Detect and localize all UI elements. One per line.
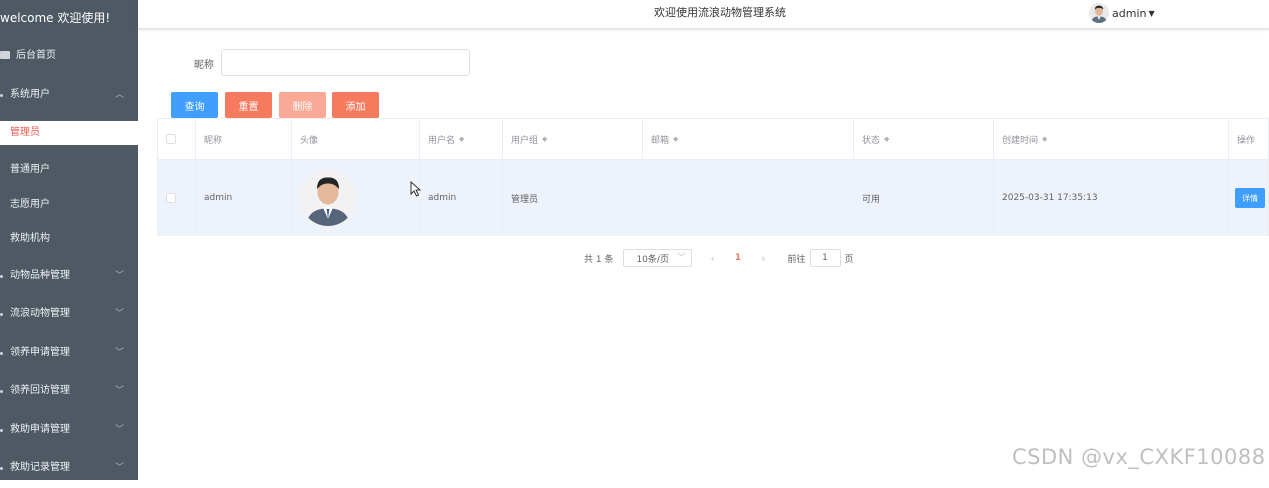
query-button[interactable]: 查询 — [171, 92, 218, 118]
mouse-cursor-icon — [410, 180, 422, 201]
total-count: 共 1 条 — [584, 254, 614, 265]
sidebar-item-label: 救助申请管理 — [10, 423, 70, 435]
sidebar-subitem-admin[interactable]: 管理员 — [0, 121, 138, 145]
monitor-icon — [0, 51, 10, 59]
header-created-time[interactable]: 创建时间 ◆ — [994, 119, 1229, 159]
sort-icon[interactable]: ◆ — [884, 135, 889, 143]
chevron-down-icon: ﹀ — [677, 253, 686, 262]
chevron-down-icon: ﹀ — [114, 424, 124, 435]
sidebar-item-rescue-records[interactable]: 救助记录管理 ﹀ — [0, 449, 138, 488]
sidebar-item-system-users[interactable]: 系统用户 ︿ — [0, 76, 138, 115]
avatar — [1089, 3, 1109, 23]
watermark: CSDN @vx_CXKF10088 — [1012, 445, 1266, 469]
goto-page-input[interactable] — [809, 249, 841, 267]
sidebar-item-stray-mgmt[interactable]: 流浪动物管理 ﹀ — [0, 295, 138, 334]
header-email[interactable]: 邮箱 ◆ — [643, 119, 854, 159]
sidebar-subitem-volunteer-users[interactable]: 志愿用户 — [0, 188, 138, 223]
chevron-up-icon: ︿ — [114, 89, 124, 100]
add-button[interactable]: 添加 — [332, 92, 379, 118]
admin-table: 昵称 头像 用户名 ◆ 用户组 ◆ 邮箱 ◆ 状态 ◆ 创建时间 ◆ 操作 admin a… — [157, 118, 1269, 236]
next-page-icon[interactable]: › — [761, 252, 765, 265]
cell-nickname: admin — [196, 160, 292, 236]
sidebar-item-rescue-apply[interactable]: 救助申请管理 ﹀ — [0, 411, 138, 450]
nickname-search-label: 昵称 — [194, 60, 214, 71]
page-number-current[interactable]: 1 — [735, 253, 741, 263]
bullet-icon — [0, 428, 3, 432]
bullet-icon — [0, 274, 3, 278]
bullet-icon — [0, 93, 3, 97]
sort-icon[interactable]: ◆ — [542, 135, 547, 143]
delete-button[interactable]: 删除 — [279, 92, 326, 118]
header-select-all[interactable] — [158, 119, 196, 159]
table-row: admin admin 管理员 可用 2025-03-31 17:35:13 详… — [158, 160, 1268, 236]
cell-actions: 详情 — [1229, 160, 1269, 236]
header-avatar: 头像 — [292, 119, 420, 159]
chevron-down-icon: ﹀ — [114, 347, 124, 358]
sidebar-item-label: 领养回访管理 — [10, 385, 70, 396]
header-status[interactable]: 状态 ◆ — [854, 119, 994, 159]
sidebar-item-adoption-visit[interactable]: 领养回访管理 ﹀ — [0, 372, 138, 411]
welcome-text: welcome 欢迎使用! — [0, 11, 111, 25]
sidebar-item-label: 后台首页 — [16, 50, 56, 61]
reset-button[interactable]: 重置 — [225, 92, 272, 118]
avatar — [300, 170, 356, 226]
sidebar: welcome 欢迎使用! 后台首页 系统用户 ︿ 管理员 普通用户 志愿用户 … — [0, 0, 138, 480]
header-username[interactable]: 用户名 ◆ — [420, 119, 503, 159]
checkbox[interactable] — [166, 134, 176, 144]
header-user-group[interactable]: 用户组 ◆ — [503, 119, 643, 159]
cell-username: admin — [420, 160, 503, 236]
bullet-icon — [0, 313, 3, 316]
nickname-search-input[interactable] — [221, 49, 470, 76]
cell-email — [643, 160, 854, 236]
header-nickname: 昵称 — [196, 119, 292, 159]
sort-icon[interactable]: ◆ — [673, 135, 678, 143]
cell-status: 可用 — [854, 160, 994, 236]
sidebar-item-label: 动物品种管理 — [10, 269, 70, 281]
sort-icon[interactable]: ◆ — [1042, 135, 1047, 143]
sidebar-item-label: 系统用户 — [10, 88, 50, 100]
prev-page-icon[interactable]: ‹ — [710, 252, 714, 265]
goto-suffix-label: 页 — [844, 254, 854, 265]
row-select[interactable] — [158, 160, 196, 236]
cell-user-group: 管理员 — [503, 160, 643, 236]
pagination: 共 1 条 10条/页 ﹀ ‹ 1 › 前往 页 — [584, 249, 854, 267]
chevron-down-icon: ﹀ — [114, 309, 124, 319]
cell-created-time: 2025-03-31 17:35:13 — [994, 160, 1229, 236]
sidebar-item-breed-mgmt[interactable]: 动物品种管理 ﹀ — [0, 257, 138, 296]
sort-icon[interactable]: ◆ — [459, 135, 464, 143]
caret-down-icon: ▼ — [1148, 8, 1155, 18]
username-label: admin — [1112, 6, 1147, 20]
goto-label: 前往 — [787, 254, 806, 265]
header-actions: 操作 — [1237, 135, 1256, 146]
checkbox[interactable] — [166, 193, 176, 203]
bullet-icon — [0, 351, 3, 355]
sidebar-item-label: 流浪动物管理 — [10, 308, 70, 319]
user-menu[interactable]: admin ▼ — [1089, 3, 1155, 23]
bullet-icon — [0, 467, 3, 470]
sidebar-item-label: 领养申请管理 — [10, 346, 70, 358]
sidebar-item-label: 救助记录管理 — [10, 462, 70, 473]
page-title: 欢迎使用流浪动物管理系统 — [654, 6, 786, 19]
sidebar-subitem-normal-users[interactable]: 普通用户 — [0, 153, 138, 188]
top-header: 欢迎使用流浪动物管理系统 admin ▼ — [138, 0, 1269, 30]
cell-avatar — [292, 160, 420, 236]
sidebar-subitem-rescue-orgs[interactable]: 救助机构 — [0, 222, 138, 257]
page-size-select[interactable]: 10条/页 ﹀ — [623, 249, 693, 267]
sidebar-item-home[interactable]: 后台首页 — [0, 37, 138, 76]
chevron-down-icon: ﹀ — [114, 270, 124, 281]
table-header: 昵称 头像 用户名 ◆ 用户组 ◆ 邮箱 ◆ 状态 ◆ 创建时间 ◆ 操作 — [158, 119, 1268, 160]
detail-button[interactable]: 详情 — [1235, 188, 1265, 208]
sidebar-item-adoption-apply[interactable]: 领养申请管理 ﹀ — [0, 334, 138, 373]
bullet-icon — [0, 390, 3, 393]
chevron-down-icon: ﹀ — [114, 386, 124, 396]
chevron-down-icon: ﹀ — [114, 463, 124, 473]
